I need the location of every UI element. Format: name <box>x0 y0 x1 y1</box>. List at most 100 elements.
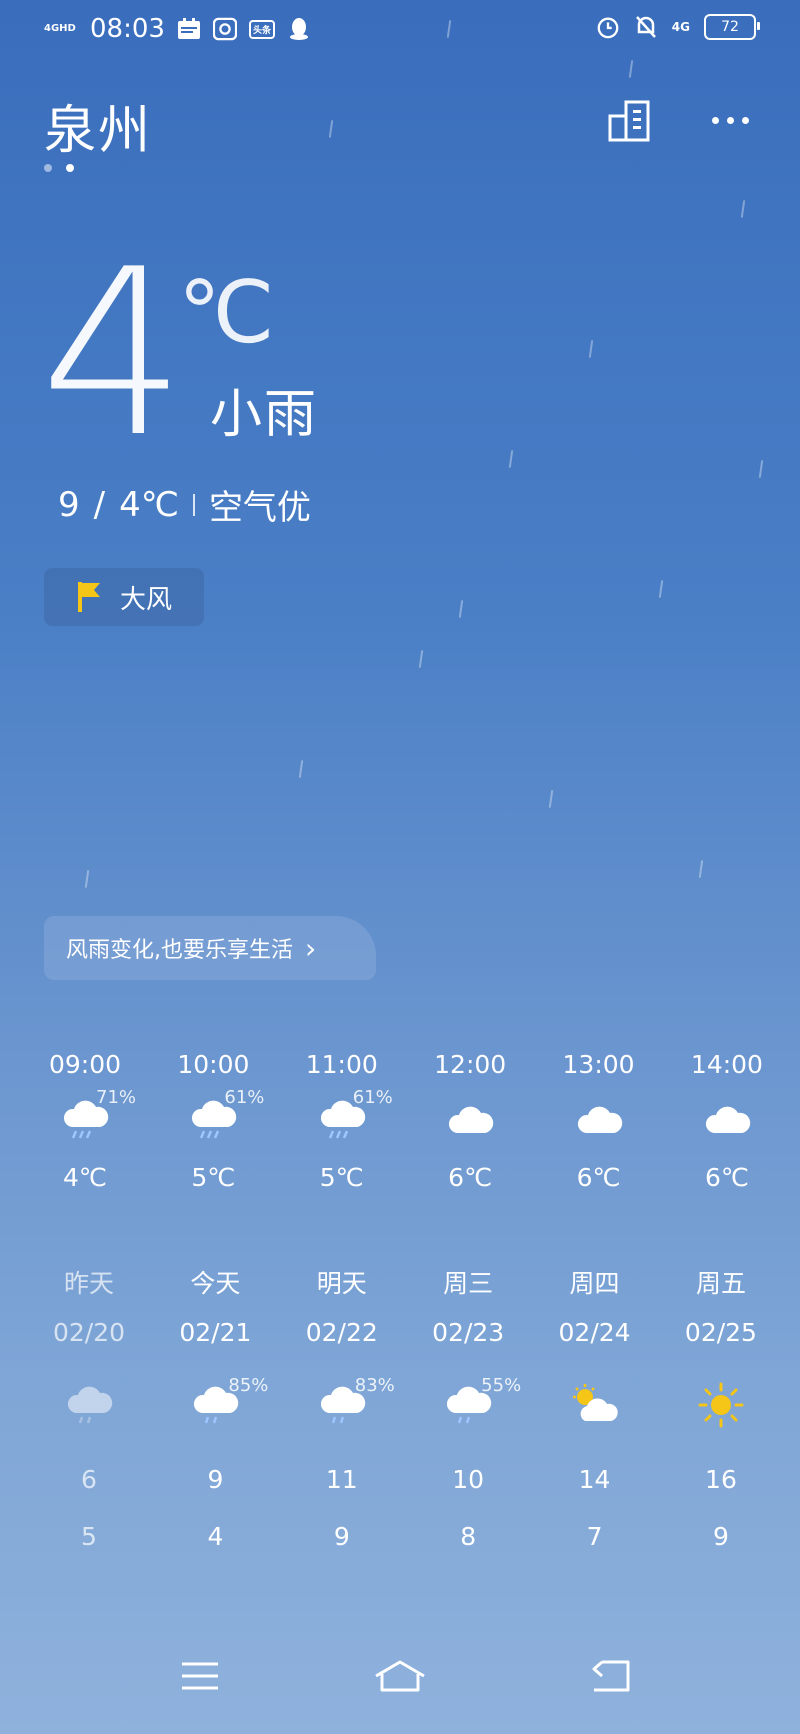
page-dot-active <box>66 164 74 172</box>
back-button[interactable] <box>580 1654 640 1698</box>
day-date: 02/25 <box>684 1318 757 1347</box>
daily-item: 周五 02/25 16 9 <box>662 1264 780 1551</box>
hourly-item: 12:00 6℃ <box>411 1050 529 1192</box>
precip-probability: 55% <box>481 1375 522 1396</box>
page-dot <box>44 164 52 172</box>
menu-button[interactable] <box>170 1654 230 1698</box>
flag-icon <box>78 582 100 612</box>
more-dot-icon <box>741 116 749 124</box>
cloud-icon <box>449 1106 494 1133</box>
day-name: 周三 <box>443 1269 494 1298</box>
alert-label: 大风 <box>120 584 173 615</box>
range-separator: / <box>93 484 106 525</box>
hour-time: 09:00 <box>48 1050 122 1079</box>
day-high: 6 <box>81 1465 97 1494</box>
navigation-bar <box>0 1654 800 1714</box>
calendar-notification-icon <box>177 17 201 41</box>
hourly-item: 10:00 61% 5℃ <box>154 1050 272 1192</box>
city-name[interactable]: 泉州 <box>44 88 152 163</box>
hour-temp: 6℃ <box>448 1163 493 1192</box>
more-button[interactable] <box>706 102 754 138</box>
battery-level: 72 <box>721 19 739 35</box>
day-name: 明天 <box>316 1269 367 1298</box>
hour-time: 12:00 <box>434 1050 507 1079</box>
day-date: 02/21 <box>179 1318 252 1347</box>
more-dot-icon <box>711 116 719 124</box>
divider <box>192 493 195 516</box>
hourly-item: 14:00 6℃ <box>668 1050 786 1192</box>
status-bar: 4GHD 08:03 头条 4G 72 <box>0 0 800 60</box>
low-temp: 4℃ <box>119 484 179 525</box>
hour-time: 13:00 <box>562 1050 635 1079</box>
day-name: 今天 <box>190 1269 241 1298</box>
day-high: 11 <box>325 1465 358 1494</box>
sun-icon <box>698 1382 744 1428</box>
day-low: 8 <box>460 1522 477 1551</box>
day-low: 9 <box>713 1522 729 1551</box>
alarm-icon <box>596 15 620 39</box>
daily-item: 今天 02/21 85% 9 4 <box>156 1264 274 1551</box>
day-date: 02/22 <box>305 1318 378 1347</box>
precip-probability: 71% <box>96 1087 137 1108</box>
signal-icon: 4GHD <box>44 23 76 34</box>
day-name: 周四 <box>569 1269 620 1298</box>
battery-icon: 72 <box>704 14 760 40</box>
city-list-button[interactable] <box>606 96 654 144</box>
hour-time: 14:00 <box>690 1050 763 1079</box>
hour-temp: 6℃ <box>576 1163 621 1192</box>
buildings-icon <box>608 100 650 142</box>
status-time: 08:03 <box>90 14 165 44</box>
precip-probability: 83% <box>354 1375 395 1396</box>
hourly-item: 11:00 61% 5℃ <box>283 1050 401 1192</box>
temperature-unit: ℃ <box>178 263 275 363</box>
day-high: 16 <box>705 1465 737 1494</box>
weather-alert-chip[interactable]: 大风 <box>44 568 204 626</box>
air-quality: 空气优 <box>208 488 311 528</box>
qq-notification-icon <box>287 17 311 41</box>
menu-icon <box>182 1662 218 1690</box>
rain-cloud-icon <box>67 1386 113 1424</box>
current-temperature: 4 <box>40 221 187 488</box>
hour-temp: 4℃ <box>63 1163 107 1192</box>
hour-temp: 5℃ <box>319 1163 364 1192</box>
daily-item: 周三 02/23 55% 10 8 <box>409 1264 527 1551</box>
day-name: 周五 <box>695 1269 746 1298</box>
cloud-icon <box>577 1106 622 1133</box>
daily-item: 昨天 02/20 6 5 <box>30 1264 148 1551</box>
hour-time: 11:00 <box>305 1050 378 1079</box>
hour-temp: 6℃ <box>704 1163 749 1192</box>
page-indicator <box>44 164 74 172</box>
day-low: 7 <box>586 1522 603 1551</box>
hour-temp: 5℃ <box>191 1163 236 1192</box>
high-temp: 9 <box>58 484 80 525</box>
toutiao-notification-icon: 头条 <box>248 19 275 39</box>
precip-probability: 85% <box>228 1375 269 1396</box>
hour-time: 10:00 <box>177 1050 250 1079</box>
daily-forecast[interactable]: 昨天 02/20 6 5 今天 02/21 85% 9 4 明天 02/22 8… <box>30 1264 780 1551</box>
cloud-icon <box>705 1106 751 1133</box>
day-date: 02/24 <box>558 1318 631 1347</box>
partly-sunny-icon <box>572 1384 618 1421</box>
day-high: 10 <box>452 1465 485 1494</box>
home-icon <box>375 1660 425 1692</box>
day-low: 5 <box>81 1522 97 1551</box>
daily-item: 明天 02/22 83% 11 9 <box>283 1264 401 1551</box>
day-low: 9 <box>333 1522 350 1551</box>
more-dot-icon <box>726 116 734 124</box>
day-name: 昨天 <box>63 1269 114 1298</box>
hourly-forecast[interactable]: 09:00 71% 4℃ 10:00 61% 5℃ 11:00 61% 5℃ 1… <box>26 1050 786 1192</box>
current-condition: 小雨 <box>210 385 319 445</box>
chevron-right-icon: › <box>305 931 317 965</box>
day-low: 4 <box>207 1522 224 1551</box>
slogan-banner[interactable]: 风雨变化,也要乐享生活 › <box>44 916 376 980</box>
temp-range-line[interactable]: 9 / 4℃ 空气优 <box>58 480 311 529</box>
daily-item: 周四 02/24 14 7 <box>536 1264 654 1551</box>
back-icon <box>592 1660 630 1692</box>
browser-notification-icon <box>212 17 237 41</box>
hourly-item: 13:00 6℃ <box>540 1050 658 1192</box>
mute-icon <box>634 15 658 39</box>
precip-probability: 61% <box>224 1087 265 1108</box>
day-high: 14 <box>578 1465 611 1494</box>
precip-probability: 61% <box>352 1087 393 1108</box>
home-button[interactable] <box>370 1654 430 1698</box>
